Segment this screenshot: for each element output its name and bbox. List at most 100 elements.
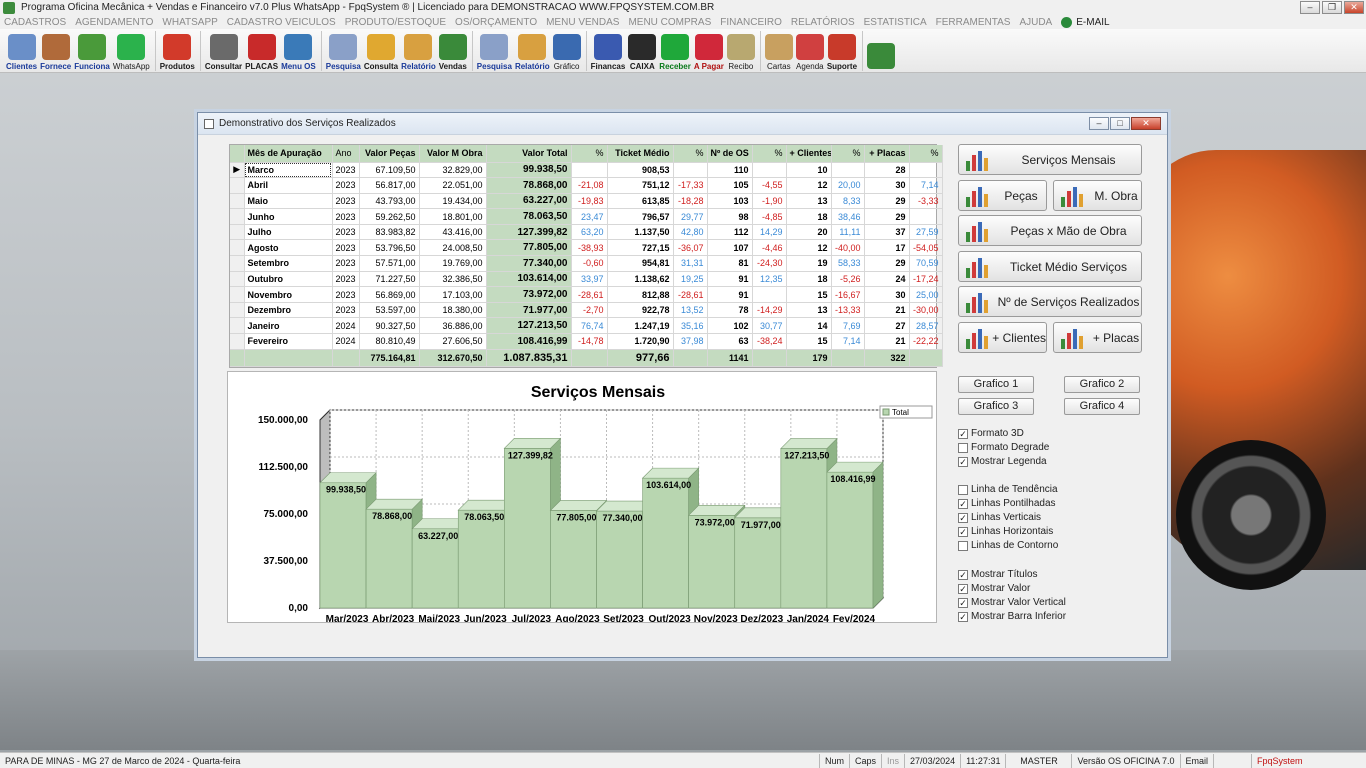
table-row[interactable]: Julho 2023 83.983,82 43.416,00 127.399,82 63,…: [230, 224, 943, 241]
cell-pecas[interactable]: 53.796,50: [359, 239, 420, 257]
cell-mobra[interactable]: 19.434,00: [419, 193, 487, 210]
cell-p3[interactable]: [752, 286, 787, 303]
minimize-button[interactable]: –: [1300, 1, 1320, 14]
option-mostrar-valor[interactable]: ✓ Mostrar Valor: [958, 582, 1030, 595]
cell-cli[interactable]: 19: [786, 255, 832, 272]
cell-pecas[interactable]: 67.109,50: [359, 162, 420, 179]
cell-placas[interactable]: 28: [864, 162, 910, 179]
servicos-mensais-button[interactable]: Serviços Mensais: [958, 144, 1142, 175]
option-linhas-pontilhadas[interactable]: ✓ Linhas Pontilhadas: [958, 497, 1056, 510]
dialog-close-button[interactable]: ✕: [1131, 117, 1161, 130]
cell-total[interactable]: 108.416,99: [486, 333, 572, 350]
option-formato-degrade[interactable]: Formato Degrade: [958, 441, 1049, 454]
cell-placas[interactable]: 30: [864, 286, 910, 303]
table-row[interactable]: Outubro 2023 71.227,50 32.386,50 103.614,00 3…: [230, 271, 943, 288]
grafico-3-button[interactable]: Grafico 3: [958, 398, 1034, 415]
cell-p4[interactable]: [831, 162, 865, 179]
services-data-grid[interactable]: Mês de Apuração Ano Valor Peças Valor M …: [229, 144, 943, 368]
cell-p1[interactable]: 23,47: [571, 208, 608, 225]
cell-mes[interactable]: Janeiro: [244, 317, 333, 335]
cell-mobra[interactable]: 43.416,00: [419, 224, 487, 241]
cell-p2[interactable]: 37,98: [673, 333, 708, 350]
col-header-ano[interactable]: Ano: [332, 145, 360, 163]
cell-p4[interactable]: 58,33: [831, 255, 865, 272]
cell-ano[interactable]: 2023: [332, 302, 360, 319]
cell-total[interactable]: 99.938,50: [486, 162, 572, 179]
cell-p2[interactable]: 19,25: [673, 271, 708, 288]
cell-p4[interactable]: 7,69: [831, 317, 865, 335]
cell-ano[interactable]: 2023: [332, 224, 360, 241]
menu-cadastro-veiculos[interactable]: CADASTRO VEICULOS: [227, 17, 336, 28]
cell-cli[interactable]: 12: [786, 239, 832, 257]
col-header-mes[interactable]: Mês de Apuração: [244, 145, 333, 163]
cell-p2[interactable]: -28,61: [673, 286, 708, 303]
cell-p5[interactable]: -3,33: [909, 193, 943, 210]
cell-total[interactable]: 127.213,50: [486, 317, 572, 335]
table-row[interactable]: Junho 2023 59.262,50 18.801,00 78.063,50 23,4…: [230, 208, 943, 225]
cell-pecas[interactable]: 43.793,00: [359, 193, 420, 210]
cell-os[interactable]: 107: [707, 239, 753, 257]
cell-p3[interactable]: -4,46: [752, 239, 787, 257]
col-header-ticket[interactable]: Ticket Médio: [607, 145, 674, 163]
menu-email[interactable]: E-MAIL: [1061, 16, 1110, 28]
cell-pecas[interactable]: 83.983,82: [359, 224, 420, 241]
cell-p5[interactable]: -22,22: [909, 333, 943, 350]
cell-placas[interactable]: 37: [864, 224, 910, 241]
toolbar-button-sair[interactable]: [867, 30, 896, 72]
toolbar-button-relat-rio[interactable]: Relatório: [515, 30, 550, 72]
cell-placas[interactable]: 30: [864, 177, 910, 194]
cell-total[interactable]: 78.063,50: [486, 208, 572, 225]
cell-total[interactable]: 63.227,00: [486, 193, 572, 210]
cell-pecas[interactable]: 53.597,00: [359, 302, 420, 319]
toolbar-button-consulta[interactable]: Consulta: [364, 30, 398, 72]
cell-p3[interactable]: -38,24: [752, 333, 787, 350]
cell-p2[interactable]: -36,07: [673, 239, 708, 257]
cell-p3[interactable]: -4,85: [752, 208, 787, 225]
cell-mobra[interactable]: 32.386,50: [419, 271, 487, 288]
cell-p5[interactable]: -30,00: [909, 302, 943, 319]
cell-ticket[interactable]: 751,12: [607, 177, 674, 194]
col-header-pct-clientes[interactable]: %: [831, 145, 865, 163]
toolbar-button-consultar[interactable]: Consultar: [205, 30, 242, 72]
cell-p5[interactable]: 25,00: [909, 286, 943, 303]
cell-os[interactable]: 98: [707, 208, 753, 225]
checkbox[interactable]: ✓: [958, 526, 968, 537]
mao-obra-button[interactable]: M. Obra: [1053, 180, 1142, 211]
cell-p1[interactable]: -0,60: [571, 255, 608, 272]
table-row[interactable]: Novembro 2023 56.869,00 17.103,00 73.972,00-…: [230, 286, 943, 303]
cell-ticket[interactable]: 613,85: [607, 193, 674, 210]
cell-mes[interactable]: Abril: [244, 177, 333, 194]
col-header-valor-mobra[interactable]: Valor M Obra: [419, 145, 487, 163]
cell-p2[interactable]: 13,52: [673, 302, 708, 319]
cell-p5[interactable]: [909, 162, 943, 179]
option-linhas-de-contorno[interactable]: Linhas de Contorno: [958, 539, 1058, 552]
cell-p1[interactable]: -28,61: [571, 286, 608, 303]
cell-pecas[interactable]: 71.227,50: [359, 271, 420, 288]
checkbox[interactable]: ✓: [958, 611, 968, 622]
cell-p4[interactable]: 38,46: [831, 208, 865, 225]
cell-pecas[interactable]: 59.262,50: [359, 208, 420, 225]
table-row[interactable]: Agosto 2023 53.796,50 24.008,50 77.805,00 -38…: [230, 239, 943, 257]
cell-placas[interactable]: 27: [864, 317, 910, 335]
cell-os[interactable]: 91: [707, 271, 753, 288]
toolbar-button-menu-os[interactable]: Menu OS: [281, 30, 316, 72]
cell-ticket[interactable]: 796,57: [607, 208, 674, 225]
cell-cli[interactable]: 15: [786, 286, 832, 303]
ticket-medio-button[interactable]: Ticket Médio Serviços: [958, 251, 1142, 282]
cell-p1[interactable]: -38,93: [571, 239, 608, 257]
cell-ticket[interactable]: 908,53: [607, 162, 674, 179]
option-linha-de-tendencia[interactable]: Linha de Tendência: [958, 483, 1058, 496]
cell-total[interactable]: 73.972,00: [486, 286, 572, 303]
menu-ajuda[interactable]: AJUDA: [1019, 17, 1052, 28]
cell-mobra[interactable]: 19.769,00: [419, 255, 487, 272]
cell-ano[interactable]: 2024: [332, 333, 360, 350]
cell-ano[interactable]: 2023: [332, 271, 360, 288]
cell-cli[interactable]: 10: [786, 162, 832, 179]
toolbar-button-clientes[interactable]: Clientes: [6, 30, 37, 72]
cell-os[interactable]: 103: [707, 193, 753, 210]
toolbar-button-produtos[interactable]: Produtos: [160, 30, 195, 72]
cell-mes[interactable]: Marco: [244, 162, 333, 179]
option-linhas-verticais[interactable]: ✓ Linhas Verticais: [958, 511, 1041, 524]
col-header-pct-placas[interactable]: %: [909, 145, 943, 163]
cell-p4[interactable]: 11,11: [831, 224, 865, 241]
